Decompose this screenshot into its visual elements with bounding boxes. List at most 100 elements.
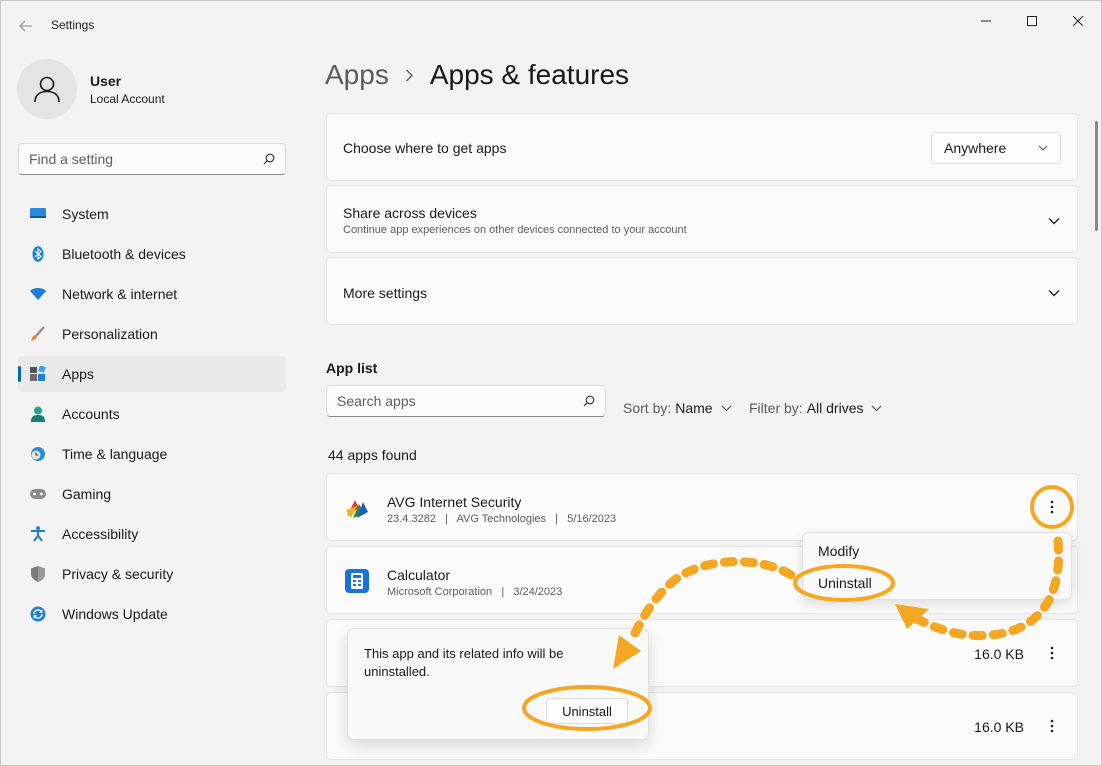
more-options-button[interactable] <box>1039 640 1065 666</box>
avg-logo-icon <box>345 496 369 520</box>
brush-icon <box>30 326 46 342</box>
confirm-message: This app and its related info will be un… <box>364 646 564 679</box>
sidebar-item-system[interactable]: System <box>18 196 286 232</box>
accessibility-icon <box>30 526 46 542</box>
filter-by-label: Filter by: <box>749 400 803 416</box>
app-name: Calculator <box>387 567 451 583</box>
app-list-heading: App list <box>326 360 378 376</box>
more-options-button[interactable] <box>1039 494 1065 520</box>
app-name: AVG Internet Security <box>387 494 522 510</box>
confirm-uninstall-button[interactable]: Uninstall <box>546 698 628 724</box>
app-source-dropdown[interactable]: Anywhere <box>931 132 1061 164</box>
breadcrumb: Apps Apps & features <box>325 59 629 91</box>
search-icon <box>583 395 595 407</box>
maximize-icon <box>1027 16 1037 26</box>
app-context-menu: Modify Uninstall <box>802 532 1072 600</box>
title-bar: Settings <box>1 1 1101 49</box>
filter-by-value: All drives <box>806 400 864 416</box>
sidebar-item-label: Accessibility <box>62 526 139 542</box>
app-size: 16.0 KB <box>974 646 1024 662</box>
sort-by-dropdown[interactable]: Sort by: Name <box>623 400 732 416</box>
more-settings-card[interactable]: More settings <box>326 257 1078 325</box>
sidebar-item-gaming[interactable]: Gaming <box>18 476 286 512</box>
sidebar-item-personalization[interactable]: Personalization <box>18 316 286 352</box>
breadcrumb-parent[interactable]: Apps <box>325 59 389 91</box>
chevron-down-icon <box>872 405 882 411</box>
sort-by-label: Sort by: <box>623 400 672 416</box>
choose-where-card: Choose where to get apps Anywhere <box>326 113 1078 181</box>
close-icon <box>1073 16 1083 26</box>
share-title: Share across devices <box>343 205 477 221</box>
find-setting-placeholder: Find a setting <box>29 151 114 167</box>
app-row-avg: AVG Internet Security 23.4.3282 | AVG Te… <box>326 473 1078 541</box>
app-title: Settings <box>51 18 95 32</box>
sidebar-item-network[interactable]: Network & internet <box>18 276 286 312</box>
settings-window: Settings User Local Account Find a setti… <box>0 0 1102 766</box>
update-icon <box>30 606 46 622</box>
accounts-icon <box>30 406 46 422</box>
share-subtitle: Continue app experiences on other device… <box>343 224 687 236</box>
find-setting-input[interactable]: Find a setting <box>18 143 286 175</box>
sidebar-item-label: Gaming <box>62 486 112 502</box>
person-icon <box>34 76 60 103</box>
chevron-down-icon <box>1048 218 1060 225</box>
sidebar-item-label: Bluetooth & devices <box>62 246 186 262</box>
share-across-devices-card[interactable]: Share across devices Continue app experi… <box>326 185 1078 253</box>
apps-icon <box>30 366 46 382</box>
chevron-right-icon <box>405 69 414 82</box>
scrollbar[interactable] <box>1095 121 1098 231</box>
app-meta: Microsoft Corporation | 3/24/2023 <box>387 586 563 598</box>
sidebar-item-privacy[interactable]: Privacy & security <box>18 556 286 592</box>
sidebar-nav: System Bluetooth & devices Network & int… <box>18 196 286 636</box>
back-button[interactable] <box>15 15 37 37</box>
calculator-icon <box>345 569 369 593</box>
minimize-button[interactable] <box>963 7 1009 35</box>
app-source-value: Anywhere <box>944 140 1007 156</box>
sidebar-item-label: System <box>62 206 109 222</box>
sidebar-item-label: Windows Update <box>62 606 168 622</box>
sidebar-item-label: Apps <box>62 366 94 382</box>
avatar <box>17 59 77 119</box>
more-settings-label: More settings <box>343 285 428 301</box>
menu-item-uninstall[interactable]: Uninstall <box>818 575 872 591</box>
wifi-icon <box>30 286 46 302</box>
search-apps-input[interactable]: Search apps <box>326 385 606 417</box>
more-vertical-icon <box>1050 500 1054 514</box>
more-vertical-icon <box>1050 646 1054 660</box>
back-arrow-icon <box>19 20 32 32</box>
sort-by-value: Name <box>675 400 713 416</box>
more-options-button[interactable] <box>1039 713 1065 739</box>
app-meta: 23.4.3282 | AVG Technologies | 5/16/2023 <box>387 513 617 525</box>
sidebar-item-windows-update[interactable]: Windows Update <box>18 596 286 632</box>
more-vertical-icon <box>1050 719 1054 733</box>
filter-by-dropdown[interactable]: Filter by: All drives <box>749 400 882 416</box>
sidebar-item-label: Privacy & security <box>62 566 174 582</box>
maximize-button[interactable] <box>1009 7 1055 35</box>
sidebar-item-apps[interactable]: Apps <box>18 356 286 392</box>
sidebar-item-bluetooth[interactable]: Bluetooth & devices <box>18 236 286 272</box>
bluetooth-icon <box>30 246 46 262</box>
apps-count: 44 apps found <box>328 447 417 463</box>
search-apps-placeholder: Search apps <box>337 393 416 409</box>
close-button[interactable] <box>1055 7 1101 35</box>
chevron-down-icon <box>1048 290 1060 297</box>
account-type: Local Account <box>90 91 165 106</box>
uninstall-confirm-flyout: This app and its related info will be un… <box>347 628 649 740</box>
sidebar-item-label: Time & language <box>62 446 168 462</box>
choose-where-label: Choose where to get apps <box>343 140 507 156</box>
user-profile[interactable]: User Local Account <box>17 59 165 119</box>
system-icon <box>30 206 46 222</box>
minimize-icon <box>981 20 991 22</box>
app-size: 16.0 KB <box>974 719 1024 735</box>
sidebar-item-accessibility[interactable]: Accessibility <box>18 516 286 552</box>
sidebar-item-label: Accounts <box>62 406 120 422</box>
menu-item-modify[interactable]: Modify <box>818 543 859 559</box>
shield-icon <box>30 566 46 582</box>
sidebar-item-accounts[interactable]: Accounts <box>18 396 286 432</box>
sidebar-item-label: Network & internet <box>62 286 178 302</box>
chevron-down-icon <box>1038 145 1048 151</box>
gamepad-icon <box>30 486 46 502</box>
sidebar-item-label: Personalization <box>62 326 158 342</box>
sidebar-item-time-language[interactable]: Time & language <box>18 436 286 472</box>
search-icon <box>263 153 275 165</box>
